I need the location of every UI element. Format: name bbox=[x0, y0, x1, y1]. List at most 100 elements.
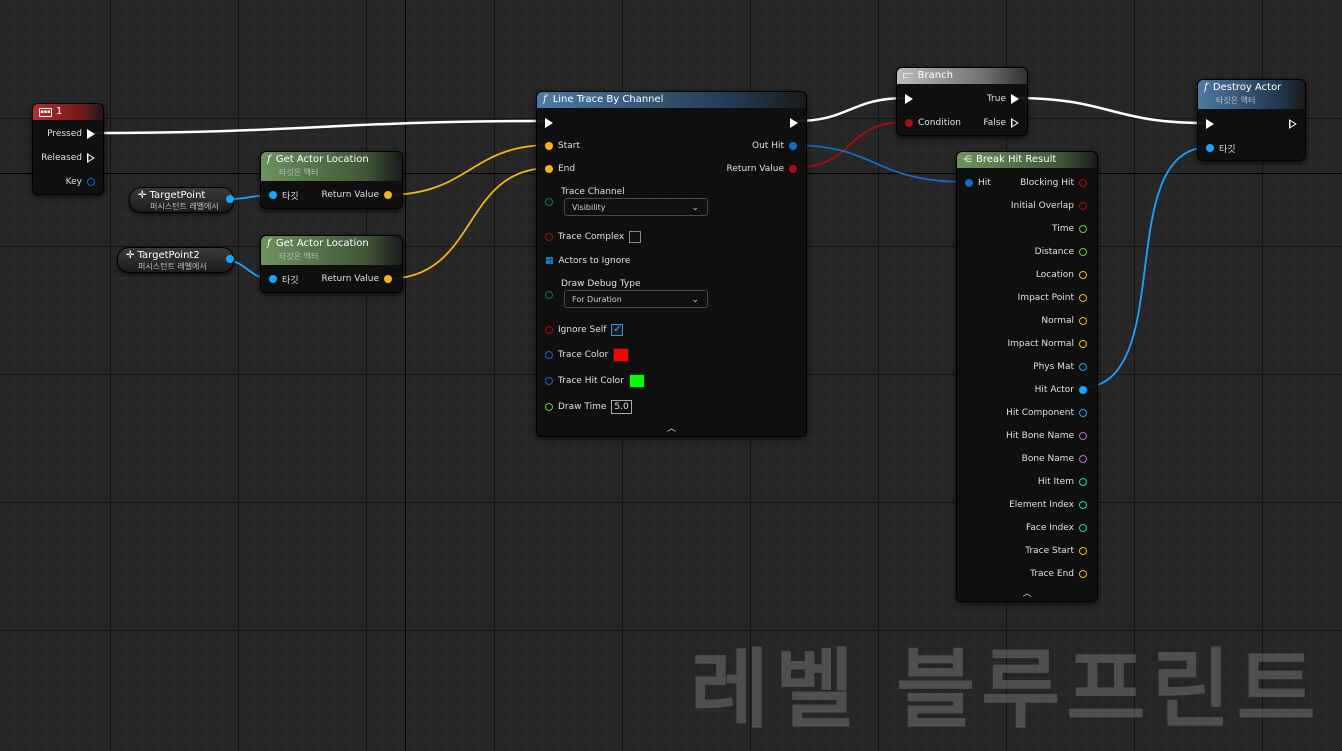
exec-in-icon[interactable] bbox=[1206, 119, 1214, 129]
float-pin-icon[interactable] bbox=[1079, 248, 1087, 256]
vector-pin-icon[interactable] bbox=[545, 165, 553, 173]
output-pin-time[interactable]: Time bbox=[1052, 222, 1087, 236]
output-pin-distance[interactable]: Distance bbox=[1035, 245, 1087, 259]
output-pin-bone-name[interactable]: Bone Name bbox=[1022, 452, 1087, 466]
trace-complex-checkbox[interactable] bbox=[629, 231, 642, 243]
return-value-pin[interactable]: Return Value bbox=[727, 162, 797, 176]
draw-time-input[interactable]: 5.0 bbox=[611, 400, 632, 414]
object-pin-icon[interactable] bbox=[1079, 386, 1087, 394]
int-pin-icon[interactable] bbox=[1079, 478, 1087, 486]
output-pin-element-index[interactable]: Element Index bbox=[1009, 498, 1087, 512]
vector-pin-icon[interactable] bbox=[384, 275, 392, 283]
exec-out-icon[interactable] bbox=[87, 129, 95, 139]
vector-pin-icon[interactable] bbox=[384, 191, 392, 199]
start-pin[interactable]: Start bbox=[545, 139, 580, 153]
output-pin-impact-normal[interactable]: Impact Normal bbox=[1007, 337, 1087, 351]
bool-pin-icon[interactable] bbox=[545, 326, 553, 334]
object-pin-icon[interactable] bbox=[269, 191, 277, 199]
exec-out-icon[interactable] bbox=[790, 118, 798, 128]
struct-pin-icon[interactable] bbox=[789, 142, 797, 150]
branch-node[interactable]: ⫍ Branch True Condition False bbox=[896, 67, 1028, 136]
bool-pin-icon[interactable] bbox=[905, 119, 913, 127]
exec-in-pin[interactable] bbox=[1206, 117, 1214, 131]
get-actor-location-header-2[interactable]: f Get Actor Location 타깃은 액터 bbox=[261, 236, 402, 265]
target-input-pin[interactable]: 타깃 bbox=[269, 272, 299, 286]
get-actor-location-header-1[interactable]: f Get Actor Location 타깃은 액터 bbox=[261, 152, 402, 181]
trace-complex-pin[interactable]: Trace Complex bbox=[545, 230, 642, 244]
branch-header[interactable]: ⫍ Branch bbox=[897, 68, 1027, 84]
trace-channel-pin[interactable] bbox=[545, 195, 553, 209]
object-pin-icon[interactable] bbox=[226, 255, 234, 263]
output-pin-face-index[interactable]: Face Index bbox=[1026, 521, 1087, 535]
pressed-pin[interactable]: Pressed bbox=[47, 127, 95, 141]
int-pin-icon[interactable] bbox=[1079, 501, 1087, 509]
object-pin-icon[interactable] bbox=[1206, 144, 1214, 152]
exec-out-icon[interactable] bbox=[1011, 118, 1019, 128]
exec-in-icon[interactable] bbox=[905, 94, 913, 104]
name-pin-icon[interactable] bbox=[1079, 432, 1087, 440]
vector-pin-icon[interactable] bbox=[1079, 271, 1087, 279]
float-pin-icon[interactable] bbox=[1079, 225, 1087, 233]
return-value-pin[interactable]: Return Value bbox=[322, 188, 392, 202]
trace-color-pin[interactable]: Trace Color bbox=[545, 348, 630, 362]
output-pin-phys-mat[interactable]: Phys Mat bbox=[1033, 360, 1087, 374]
vector-pin-icon[interactable] bbox=[1079, 570, 1087, 578]
bool-pin-icon[interactable] bbox=[789, 165, 797, 173]
output-pin-trace-end[interactable]: Trace End bbox=[1030, 567, 1087, 581]
float-pin-icon[interactable] bbox=[545, 403, 553, 411]
output-pin-impact-point[interactable]: Impact Point bbox=[1018, 291, 1087, 305]
draw-time-pin[interactable]: Draw Time 5.0 bbox=[545, 400, 632, 414]
output-pin-hit-bone-name[interactable]: Hit Bone Name bbox=[1006, 429, 1087, 443]
vector-pin-icon[interactable] bbox=[1079, 294, 1087, 302]
destroy-actor-header[interactable]: f Destroy Actor 타깃은 액터 bbox=[1198, 80, 1305, 109]
line-trace-header[interactable]: f Line Trace By Channel bbox=[537, 92, 806, 108]
get-actor-location-node-1[interactable]: f Get Actor Location 타깃은 액터 타깃 Return Va… bbox=[260, 151, 403, 209]
return-value-pin[interactable]: Return Value bbox=[322, 272, 392, 286]
trace-color-swatch[interactable] bbox=[613, 348, 630, 362]
struct-pin-icon[interactable] bbox=[545, 351, 553, 359]
trace-channel-dropdown[interactable]: Visibility ⌄ bbox=[564, 198, 708, 216]
exec-out-pin[interactable] bbox=[1289, 117, 1297, 131]
output-pin-normal[interactable]: Normal bbox=[1041, 314, 1087, 328]
ignore-self-pin[interactable]: Ignore Self ✓ bbox=[545, 323, 624, 337]
end-pin[interactable]: End bbox=[545, 162, 575, 176]
break-hit-result-node[interactable]: ⋲ Break Hit Result Hit Blocking Hit Init… bbox=[956, 151, 1098, 602]
false-pin[interactable]: False bbox=[983, 116, 1019, 130]
output-pin-hit-item[interactable]: Hit Item bbox=[1038, 475, 1087, 489]
exec-out-icon[interactable] bbox=[1289, 119, 1297, 129]
out-hit-pin[interactable]: Out Hit bbox=[752, 139, 797, 153]
vector-pin-icon[interactable] bbox=[1079, 317, 1087, 325]
trace-hit-color-pin[interactable]: Trace Hit Color bbox=[545, 374, 645, 388]
output-pin-hit-actor[interactable]: Hit Actor bbox=[1035, 383, 1087, 397]
bool-pin-icon[interactable] bbox=[1079, 202, 1087, 210]
draw-debug-type-dropdown[interactable]: For Duration ⌄ bbox=[564, 290, 708, 308]
keyboard-event-header[interactable]: ▪▪▪ 1 bbox=[33, 104, 103, 120]
break-hit-result-header[interactable]: ⋲ Break Hit Result bbox=[957, 152, 1097, 168]
array-grid-icon[interactable]: ▦ bbox=[545, 256, 554, 266]
byte-pin-icon[interactable] bbox=[545, 198, 553, 206]
targetpoint2-variable-node[interactable]: ✛ TargetPoint2 퍼시스턴트 레벨에서 bbox=[117, 247, 234, 273]
name-pin-icon[interactable] bbox=[1079, 455, 1087, 463]
output-pin-trace-start[interactable]: Trace Start bbox=[1025, 544, 1087, 558]
exec-out-icon[interactable] bbox=[87, 153, 95, 163]
get-actor-location-node-2[interactable]: f Get Actor Location 타깃은 액터 타깃 Return Va… bbox=[260, 235, 403, 293]
object-pin-icon[interactable] bbox=[1079, 363, 1087, 371]
keyboard-event-node[interactable]: ▪▪▪ 1 Pressed Released Key bbox=[32, 103, 104, 195]
released-pin[interactable]: Released bbox=[41, 151, 95, 165]
exec-in-pin[interactable] bbox=[905, 92, 913, 106]
output-pin-blocking-hit[interactable]: Blocking Hit bbox=[1020, 176, 1087, 190]
vector-pin-icon[interactable] bbox=[545, 142, 553, 150]
output-pin-hit-component[interactable]: Hit Component bbox=[1006, 406, 1087, 420]
target-input-pin[interactable]: 타깃 bbox=[1206, 141, 1236, 155]
struct-pin-icon[interactable] bbox=[87, 178, 95, 186]
int-pin-icon[interactable] bbox=[1079, 524, 1087, 532]
object-pin-icon[interactable] bbox=[226, 195, 234, 203]
struct-pin-icon[interactable] bbox=[965, 179, 973, 187]
ignore-self-checkbox[interactable]: ✓ bbox=[611, 324, 624, 336]
target-input-pin[interactable]: 타깃 bbox=[269, 188, 299, 202]
exec-in-icon[interactable] bbox=[545, 118, 553, 128]
output-pin-initial-overlap[interactable]: Initial Overlap bbox=[1011, 199, 1087, 213]
struct-pin-icon[interactable] bbox=[545, 377, 553, 385]
destroy-actor-node[interactable]: f Destroy Actor 타깃은 액터 타깃 bbox=[1197, 79, 1306, 161]
output-pin-location[interactable]: Location bbox=[1036, 268, 1087, 282]
